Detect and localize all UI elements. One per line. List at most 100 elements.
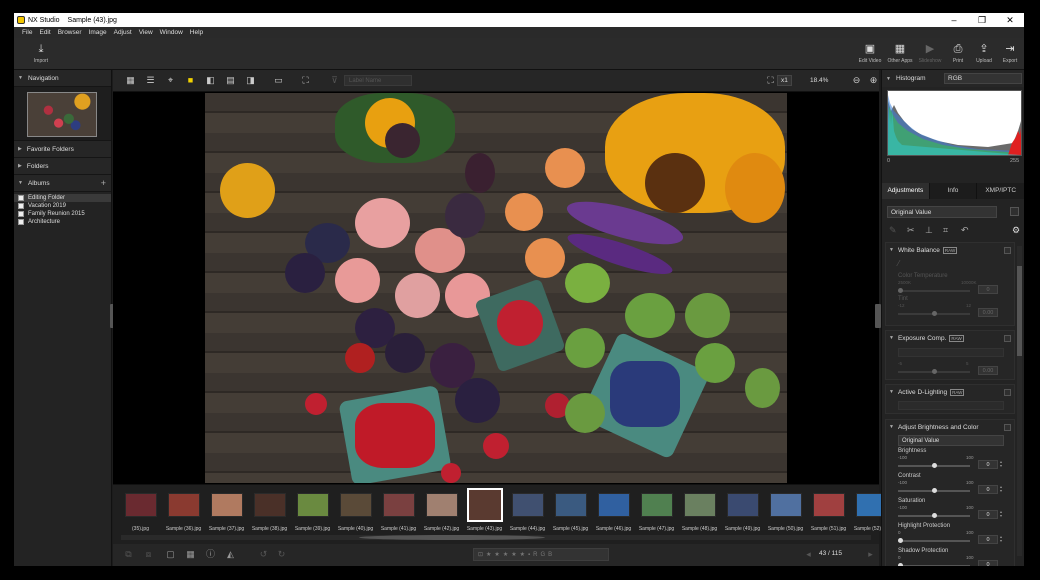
albums-header[interactable]: ▼ Albums + xyxy=(14,175,111,192)
straighten-icon[interactable]: ⊥ xyxy=(925,225,933,236)
filmstrip-thumbnail[interactable] xyxy=(555,493,587,517)
label-r[interactable]: R xyxy=(533,552,537,558)
edit-video-button[interactable]: ▣ Edit Video xyxy=(857,42,883,64)
label-filter-select[interactable]: Label Name xyxy=(344,75,412,86)
settings-gear-icon[interactable]: ⚙ xyxy=(1012,225,1020,236)
folders-header[interactable]: ▶ Folders xyxy=(14,158,111,175)
brightness-slider[interactable] xyxy=(898,463,970,468)
slideshow-button[interactable]: ▶ Slideshow xyxy=(917,42,943,64)
contrast-value[interactable]: 0 xyxy=(978,485,998,494)
filmstrip-thumbnail[interactable] xyxy=(340,493,372,517)
section-checkbox[interactable] xyxy=(1004,423,1011,431)
crop-icon[interactable]: ⌗ xyxy=(943,225,948,236)
scrollbar-thumb[interactable] xyxy=(1017,266,1022,356)
list-view-icon[interactable]: ☰ xyxy=(145,75,156,86)
histogram-icon[interactable]: ◭ xyxy=(225,549,236,560)
contrast-slider[interactable] xyxy=(898,488,970,493)
highlight-value[interactable]: 0 xyxy=(978,535,998,544)
close-button[interactable]: ✕ xyxy=(996,13,1024,27)
zoom-in-icon[interactable]: ⊕ xyxy=(868,75,879,86)
adjustment-preset-select[interactable]: Original Value xyxy=(887,206,997,218)
grid-overlay-icon[interactable]: ▦ xyxy=(185,549,196,560)
print-button[interactable]: ⎙ Print xyxy=(945,42,971,64)
maximize-button[interactable]: ❐ xyxy=(968,13,996,27)
menu-browser[interactable]: Browser xyxy=(58,29,82,36)
filmstrip-thumbnail[interactable] xyxy=(727,493,759,517)
brush-icon[interactable]: ✎ xyxy=(889,225,897,236)
slider-knob[interactable] xyxy=(898,538,903,543)
slider-knob[interactable] xyxy=(932,369,937,374)
exposure-value[interactable]: 0.00 xyxy=(978,366,998,375)
slider-knob[interactable] xyxy=(932,488,937,493)
brightness-spinner[interactable]: ▴ ▾ xyxy=(1000,460,1005,469)
brightness-color-header[interactable]: ▼ Adjust Brightness and Color xyxy=(886,420,1014,434)
histogram-channel-select[interactable]: RGB xyxy=(944,73,1022,84)
highlight-protection-slider[interactable] xyxy=(898,538,970,543)
tint-slider[interactable] xyxy=(898,311,970,316)
next-image-icon[interactable]: ▸ xyxy=(865,549,876,560)
rotate-left-icon[interactable]: ↺ xyxy=(258,549,269,560)
adl-select[interactable] xyxy=(898,401,1004,410)
filmstrip-thumbnail[interactable] xyxy=(813,493,845,517)
full-screen-icon[interactable]: ⛶ xyxy=(300,75,311,86)
filmstrip-thumbnail[interactable] xyxy=(383,493,415,517)
filmstrip-thumbnail[interactable] xyxy=(512,493,544,517)
section-checkbox[interactable] xyxy=(1004,246,1011,254)
menu-edit[interactable]: Edit xyxy=(39,29,50,36)
navigation-header[interactable]: ▼ Navigation xyxy=(14,70,111,87)
section-checkbox[interactable] xyxy=(1004,334,1011,342)
info-icon[interactable]: ⓘ xyxy=(205,549,216,560)
split-compare-icon[interactable]: ◨ xyxy=(245,75,256,86)
star-icon[interactable]: ★ xyxy=(503,551,508,558)
filmstrip-layout-icon[interactable]: ▭ xyxy=(273,75,284,86)
preset-checkbox[interactable] xyxy=(1010,207,1019,216)
filmstrip-scrollbar[interactable] xyxy=(121,535,871,540)
contrast-spinner[interactable]: ▴ ▾ xyxy=(1000,485,1005,494)
menu-file[interactable]: File xyxy=(22,29,32,36)
zoom-value[interactable]: 18.4% xyxy=(810,75,828,86)
star-icon[interactable]: ★ xyxy=(520,551,525,558)
tab-adjustments[interactable]: Adjustments xyxy=(882,183,930,199)
fit-screen-icon[interactable]: ⛶ xyxy=(765,75,776,86)
export-button[interactable]: ⇥ Export xyxy=(997,42,1023,64)
brightness-preset-select[interactable]: Original Value xyxy=(898,435,1004,446)
exposure-slider[interactable] xyxy=(898,369,970,374)
zoom-out-icon[interactable]: ⊖ xyxy=(851,75,862,86)
navigation-thumbnail[interactable] xyxy=(27,92,97,137)
filter-icon[interactable]: ⊽ xyxy=(329,75,340,86)
filmstrip-thumbnail[interactable] xyxy=(684,493,716,517)
slider-knob[interactable] xyxy=(932,463,937,468)
filmstrip-thumbnail[interactable] xyxy=(125,493,157,517)
multi-view-icon[interactable]: ▤ xyxy=(225,75,236,86)
eyedropper-icon[interactable]: ⁄ xyxy=(898,259,899,268)
exposure-preset-select[interactable] xyxy=(898,348,1004,357)
adjustments-scrollbar[interactable] xyxy=(1017,246,1022,556)
thumbnail-grid-icon[interactable]: ▦ xyxy=(125,75,136,86)
shadow-protection-slider[interactable] xyxy=(898,563,970,566)
menu-view[interactable]: View xyxy=(139,29,153,36)
saturation-spinner[interactable]: ▴ ▾ xyxy=(1000,510,1005,519)
stack-icon[interactable]: ⧉ xyxy=(123,549,134,560)
tab-xmp-iptc[interactable]: XMP/IPTC xyxy=(977,183,1024,199)
color-temp-slider[interactable] xyxy=(898,288,970,293)
star-icon[interactable]: ★ xyxy=(486,551,491,558)
star-icon[interactable]: ★ xyxy=(511,551,516,558)
scrollbar-thumb[interactable] xyxy=(359,535,545,540)
adl-header[interactable]: ▼ Active D-Lighting RAW xyxy=(886,385,1014,399)
zoom-1x-button[interactable]: x1 xyxy=(777,75,792,86)
filmstrip-thumbnail[interactable] xyxy=(254,493,286,517)
album-item[interactable]: Editing Folder xyxy=(14,194,111,202)
label-g[interactable]: G xyxy=(540,552,545,558)
album-item[interactable]: Architecture xyxy=(14,218,111,226)
filmstrip-thumbnail[interactable] xyxy=(641,493,673,517)
image-viewer-icon[interactable]: ■ xyxy=(185,75,196,86)
undo-icon[interactable]: ↶ xyxy=(961,225,969,236)
saturation-value[interactable]: 0 xyxy=(978,510,998,519)
album-item[interactable]: Family Reunion 2015 xyxy=(14,210,111,218)
map-view-icon[interactable]: ⌖ xyxy=(165,75,176,86)
layers-icon[interactable]: ⧈ xyxy=(143,549,154,560)
label-b[interactable]: B xyxy=(548,552,552,558)
filmstrip-thumbnail[interactable] xyxy=(598,493,630,517)
white-balance-header[interactable]: ▼ White Balance RAW xyxy=(886,243,1014,257)
upload-button[interactable]: ⇪ Upload xyxy=(971,42,997,64)
